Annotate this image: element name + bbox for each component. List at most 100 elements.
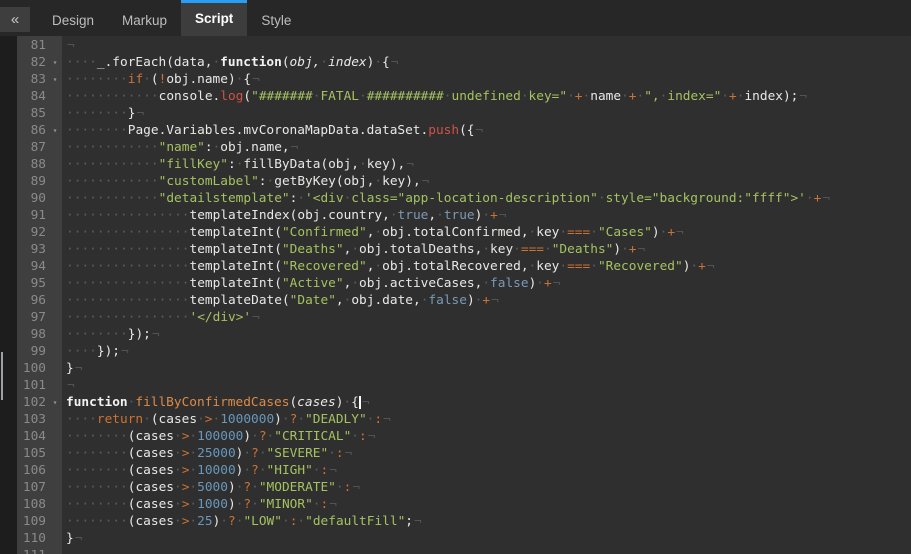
code-line[interactable]: 106········(cases·>·10000)·?·"HIGH"·:¬: [0, 462, 911, 479]
code-line[interactable]: 88 ············"fillKey":·fillByData(obj,…: [0, 156, 911, 173]
code-line[interactable]: 109········(cases·>·25)·?·"LOW"·:·"defau…: [0, 513, 911, 530]
code-line[interactable]: 86▾········Page.Variables.mvCoronaMapDat…: [0, 122, 911, 139]
fold-spacer: [48, 241, 62, 258]
code-line[interactable]: 108 ········(cases·>·1000)·?·"MINOR"·:¬: [0, 496, 911, 513]
code-text: ········(cases·>·1000)·?·"MINOR"·:¬: [62, 496, 911, 513]
code-text: ¬: [62, 377, 911, 394]
line-number: 90: [0, 190, 48, 207]
line-end-marker: ¬: [152, 327, 160, 342]
line-number: 95: [0, 275, 48, 292]
line-number: 100: [0, 360, 48, 377]
line-end-marker: ¬: [391, 55, 399, 70]
code-text: function·fillByConfirmedCases(cases)·{¬: [62, 394, 911, 411]
line-end-marker: ¬: [414, 514, 422, 529]
code-line[interactable]: 101¬: [0, 377, 911, 394]
code-line[interactable]: 93················templateInt("Deaths",·…: [0, 241, 911, 258]
code-line[interactable]: 85········}¬: [0, 105, 911, 122]
line-end-marker: ¬: [475, 123, 483, 138]
code-line[interactable]: 89 ············"customLabel":·getByKey(ob…: [0, 173, 911, 190]
line-end-marker: ¬: [67, 378, 75, 393]
fold-toggle-icon[interactable]: ▾: [48, 71, 62, 88]
line-end-marker: ¬: [368, 429, 376, 444]
line-end-marker: ¬: [67, 548, 75, 554]
code-text: ········(cases·>·25)·?·"LOW"·:·"defaultF…: [62, 513, 911, 530]
fold-spacer: [48, 258, 62, 275]
code-text: }¬: [62, 530, 911, 547]
fold-toggle-icon[interactable]: ▾: [48, 54, 62, 71]
code-line[interactable]: 100}¬: [0, 360, 911, 377]
code-text: ····_.forEach(data,·function(obj,·index)…: [62, 54, 911, 71]
code-line[interactable]: 83▾········if·(!obj.name)·{¬: [0, 71, 911, 88]
line-number: 99: [0, 343, 48, 360]
fold-spacer: [48, 530, 62, 547]
code-line[interactable]: 81¬: [0, 37, 911, 54]
line-end-marker: ¬: [75, 361, 83, 376]
line-end-marker: ¬: [406, 157, 414, 172]
code-text: ········(cases·>·100000)·?·"CRITICAL"·:¬: [62, 428, 911, 445]
line-end-marker: ¬: [252, 72, 260, 87]
code-text: ········});¬: [62, 326, 911, 343]
fold-spacer: [48, 275, 62, 292]
code-line[interactable]: 95 ················templateInt("Active",·…: [0, 275, 911, 292]
code-text: ················templateInt("Active",·ob…: [62, 275, 911, 292]
fold-spacer: [48, 326, 62, 343]
line-number: 89: [0, 173, 48, 190]
tab-script[interactable]: Script: [181, 0, 247, 36]
fold-spacer: [48, 37, 62, 54]
line-number: 111: [0, 547, 48, 554]
code-text: ········(cases·>·5000)·?·"MODERATE"·:¬: [62, 479, 911, 496]
line-number: 92: [0, 224, 48, 241]
code-line[interactable]: 87············"name":·obj.name,¬: [0, 139, 911, 156]
code-line[interactable]: 91················templateIndex(obj.coun…: [0, 207, 911, 224]
line-number: 81: [0, 37, 48, 54]
line-end-marker: ¬: [676, 225, 684, 240]
fold-spacer: [48, 360, 62, 377]
code-line[interactable]: 99 ····});¬: [0, 343, 911, 360]
fold-spacer: [48, 343, 62, 360]
code-line[interactable]: 90············"detailstemplate":·'<div·c…: [0, 190, 911, 207]
code-line[interactable]: 104········(cases·>·100000)·?·"CRITICAL"…: [0, 428, 911, 445]
line-number: 88: [0, 156, 48, 173]
code-line[interactable]: 96················templateDate("Date",·o…: [0, 292, 911, 309]
fold-spacer: [48, 479, 62, 496]
code-text: ····});¬: [62, 343, 911, 360]
code-text: ············console.log("#######·FATAL·#…: [62, 88, 911, 105]
code-line[interactable]: 110}¬: [0, 530, 911, 547]
line-end-marker: ¬: [638, 242, 646, 257]
code-text: ········(cases·>·10000)·?·"HIGH"·:¬: [62, 462, 911, 479]
tab-markup[interactable]: Markup: [108, 0, 181, 36]
fold-spacer: [48, 462, 62, 479]
tab-style[interactable]: Style: [247, 0, 305, 36]
line-end-marker: ¬: [491, 293, 499, 308]
collapse-panel-button[interactable]: «: [0, 7, 30, 32]
code-line[interactable]: 82▾····_.forEach(data,·function(obj,·ind…: [0, 54, 911, 71]
tab-design[interactable]: Design: [38, 0, 108, 36]
code-line[interactable]: 102▾function·fillByConfirmedCases(cases)…: [0, 394, 911, 411]
fold-toggle-icon[interactable]: ▾: [48, 394, 62, 411]
code-text: ············"customLabel":·getByKey(obj,…: [62, 173, 911, 190]
code-line[interactable]: 84············console.log("#######·FATAL…: [0, 88, 911, 105]
code-line[interactable]: 105········(cases·>·25000)·?·"SEVERE"·:¬: [0, 445, 911, 462]
code-line[interactable]: 103····return·(cases·>·1000000)·?·"DEADL…: [0, 411, 911, 428]
code-line[interactable]: 107········(cases·>·5000)·?·"MODERATE"·:…: [0, 479, 911, 496]
line-end-marker: ¬: [707, 259, 715, 274]
line-number: 103: [0, 411, 48, 428]
code-editor: 81¬82▾····_.forEach(data,·function(obj,·…: [0, 36, 911, 554]
code-text: ········Page.Variables.mvCoronaMapData.d…: [62, 122, 911, 139]
line-end-marker: ¬: [422, 174, 430, 189]
fold-toggle-icon[interactable]: ▾: [48, 122, 62, 139]
line-number: 105: [0, 445, 48, 462]
code-text: ············"fillKey":·fillByData(obj,·k…: [62, 156, 911, 173]
line-end-marker: ¬: [345, 446, 353, 461]
code-line[interactable]: 92················templateInt("Confirmed…: [0, 224, 911, 241]
line-end-marker: ¬: [136, 106, 144, 121]
code-text: ················'</div>'¬: [62, 309, 911, 326]
code-line[interactable]: 98········});¬: [0, 326, 911, 343]
fold-spacer: [48, 207, 62, 224]
line-number: 108: [0, 496, 48, 513]
code-line[interactable]: 97················'</div>'¬: [0, 309, 911, 326]
line-end-marker: ¬: [329, 497, 337, 512]
code-line[interactable]: 94················templateInt("Recovered…: [0, 258, 911, 275]
code-line[interactable]: 111 ¬: [0, 547, 911, 554]
line-end-marker: ¬: [75, 531, 83, 546]
